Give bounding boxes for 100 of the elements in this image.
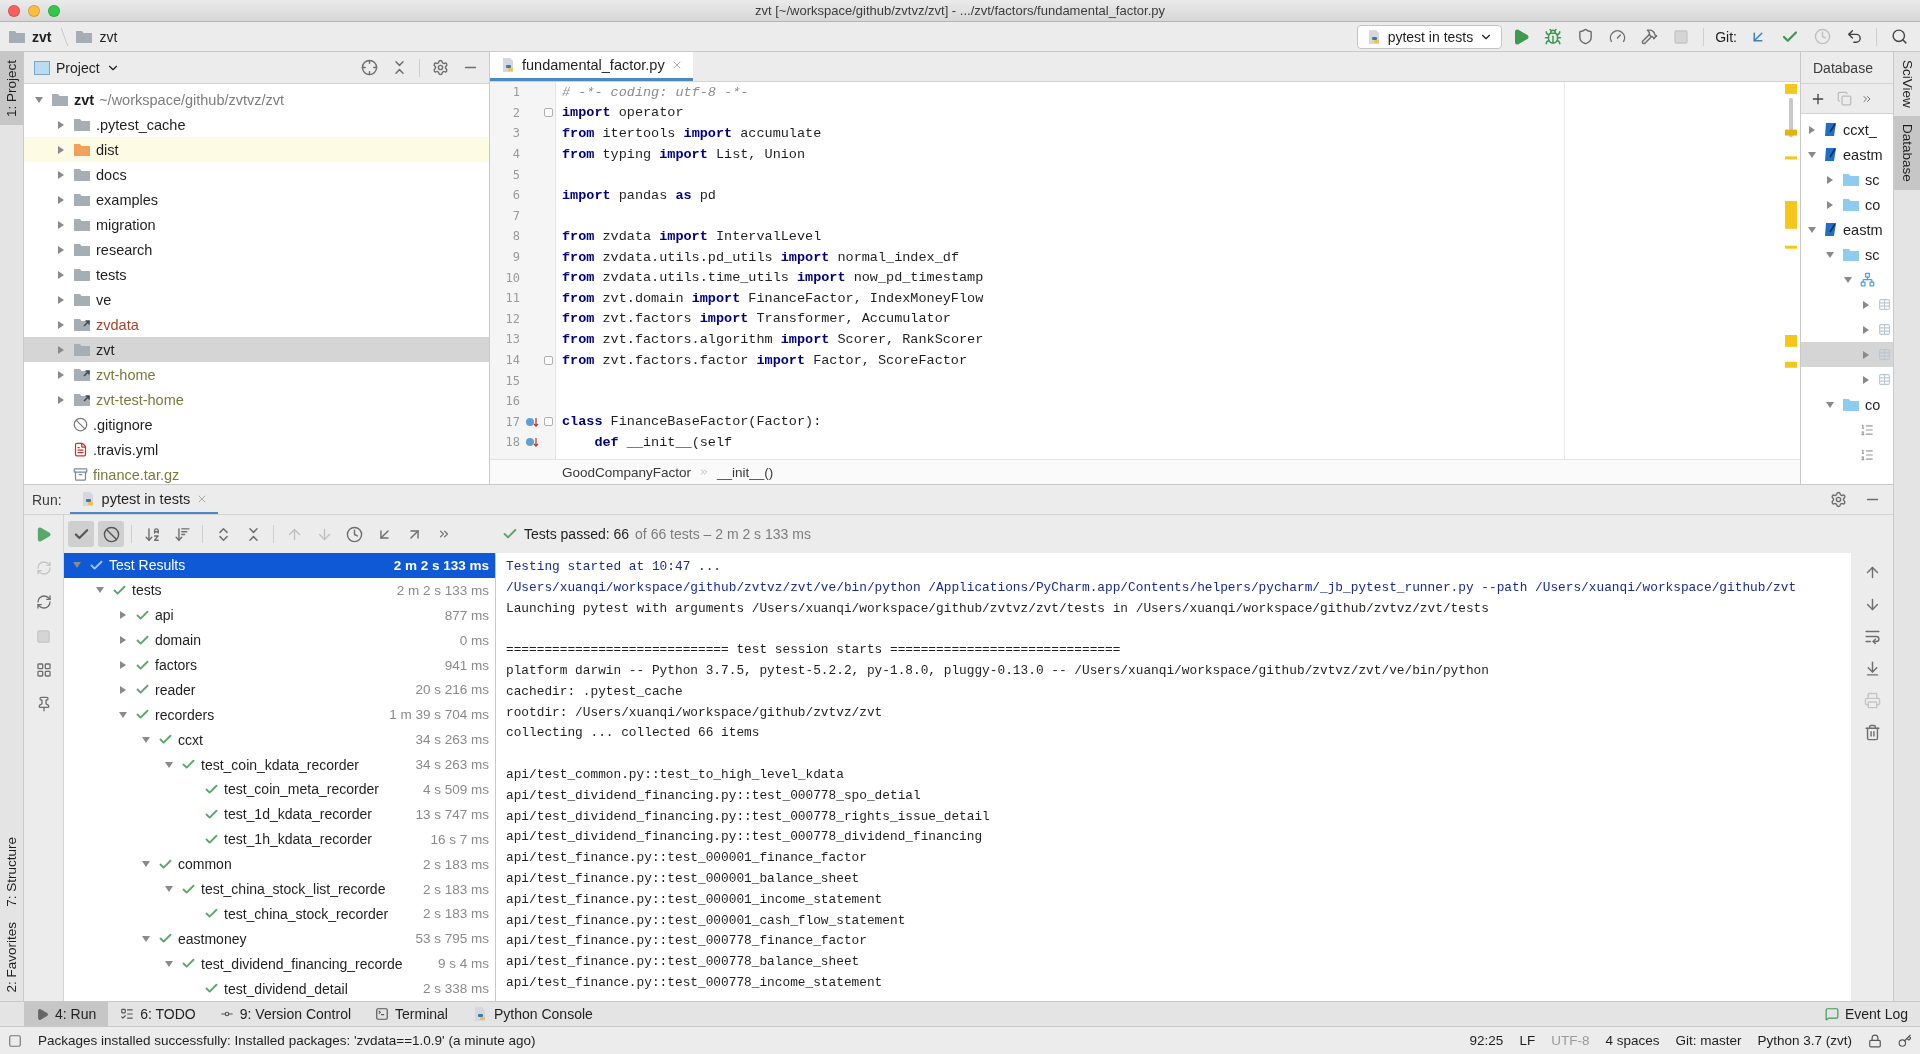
expand-arrow-icon[interactable] <box>141 933 151 944</box>
tree-row[interactable]: examples <box>24 187 489 212</box>
expand-arrow-icon[interactable] <box>1861 324 1871 335</box>
tree-row[interactable]: co <box>1801 392 1893 417</box>
editor-tab[interactable]: fundamental_factor.py <box>490 52 693 81</box>
expand-arrow-icon[interactable] <box>56 319 66 330</box>
expand-arrow-icon[interactable] <box>56 194 66 205</box>
expand-arrow-icon[interactable] <box>56 244 66 255</box>
expand-arrow-icon[interactable] <box>118 684 128 695</box>
expand-arrow-icon[interactable] <box>1807 149 1817 160</box>
expand-arrow-icon[interactable] <box>56 144 66 155</box>
tree-row[interactable]: tests <box>24 262 489 287</box>
tree-row[interactable]: .gitignore <box>24 412 489 437</box>
expand-arrow-icon[interactable] <box>56 294 66 305</box>
tree-row[interactable]: zvt-test-home <box>24 387 489 412</box>
filter-toggle[interactable] <box>98 521 124 547</box>
expand-arrow-icon[interactable] <box>1807 124 1817 135</box>
tree-row[interactable]: zvt <box>24 337 489 362</box>
expand-arrow-icon[interactable] <box>118 610 128 621</box>
test-row[interactable]: test_1h_kdata_recorder 16 s 7 ms <box>64 826 495 852</box>
expand-arrow-icon[interactable] <box>1807 224 1817 235</box>
tree-row[interactable]: research <box>24 237 489 262</box>
fold-marker-icon[interactable] <box>544 417 553 427</box>
tree-row[interactable]: .travis.yml <box>24 437 489 462</box>
expand-arrow-icon[interactable] <box>1843 274 1853 285</box>
run-config-dropdown[interactable]: pytest in tests <box>1356 24 1503 49</box>
expand-arrow-icon[interactable] <box>56 344 66 355</box>
tree-row[interactable]: ccxt_ <box>1801 117 1893 142</box>
breadcrumb-item[interactable]: zvt <box>75 28 118 45</box>
tree-row[interactable]: migration <box>24 212 489 237</box>
expand-arrow-icon[interactable] <box>118 635 128 646</box>
tree-row[interactable]: co <box>1801 192 1893 217</box>
tree-row[interactable]: zvt-home <box>24 362 489 387</box>
expand-arrow-icon[interactable] <box>118 709 128 720</box>
test-row[interactable]: test_coin_kdata_recorder 34 s 263 ms <box>64 752 495 777</box>
tree-row[interactable]: .pytest_cache <box>24 112 489 137</box>
tool-window-tab[interactable]: 1: Project <box>0 52 23 126</box>
close-button[interactable] <box>8 4 20 17</box>
expand-arrow-icon[interactable] <box>56 119 66 130</box>
status-toggle-icon[interactable] <box>8 1033 22 1048</box>
tree-row[interactable]: ve <box>24 287 489 312</box>
expand-arrow-icon[interactable] <box>164 958 174 969</box>
test-row[interactable]: reader 20 s 216 ms <box>64 677 495 703</box>
expand-arrow-icon[interactable] <box>56 219 66 230</box>
expand-arrow-icon[interactable] <box>141 734 151 745</box>
expand-arrow-icon[interactable] <box>34 94 44 105</box>
expand-arrow-icon[interactable] <box>56 269 66 280</box>
test-row[interactable]: test_dividend_detail 2 s 338 ms <box>64 976 495 1001</box>
expand-arrow-icon[interactable] <box>56 394 66 405</box>
test-row[interactable]: test_coin_meta_recorder 4 s 509 ms <box>64 777 495 802</box>
test-row[interactable]: common 2 s 183 ms <box>64 851 495 877</box>
test-row[interactable]: factors 941 ms <box>64 652 495 678</box>
status-item[interactable]: 4 spaces <box>1605 1033 1660 1048</box>
test-row[interactable]: tests 2 m 2 s 133 ms <box>64 577 495 603</box>
tool-window-tab[interactable]: Terminal <box>363 1002 460 1026</box>
tree-row[interactable]: docs <box>24 162 489 187</box>
breadcrumb-item[interactable]: __init__() <box>717 464 774 480</box>
override-marker-icon[interactable] <box>525 436 539 449</box>
minimize-button[interactable] <box>28 4 40 17</box>
lock-icon[interactable] <box>1868 1033 1882 1048</box>
breadcrumb-item[interactable]: GoodCompanyFactor <box>562 464 692 480</box>
test-row[interactable]: test_china_stock_recorder 2 s 183 ms <box>64 901 495 927</box>
test-row[interactable]: domain 0 ms <box>64 627 495 653</box>
tool-window-tab[interactable]: Python Console <box>459 1002 605 1026</box>
fold-marker-icon[interactable] <box>544 108 553 118</box>
expand-arrow-icon[interactable] <box>56 169 66 180</box>
tree-row[interactable]: finance.tar.gz <box>24 462 489 484</box>
test-row[interactable]: test_china_stock_list_recorde 2 s 183 ms <box>64 876 495 902</box>
expand-arrow-icon[interactable] <box>1825 174 1835 185</box>
tree-row[interactable]: sc <box>1801 167 1893 192</box>
tool-window-tab[interactable]: 6: TODO <box>108 1002 208 1026</box>
tree-row[interactable]: zvt ~/workspace/github/zvtvz/zvt <box>24 87 489 112</box>
tool-window-tab[interactable]: 2: Favorites <box>0 914 23 1001</box>
expand-arrow-icon[interactable] <box>1861 299 1871 310</box>
test-row[interactable]: api 877 ms <box>64 602 495 628</box>
test-row[interactable]: recorders 1 m 39 s 704 ms <box>64 702 495 728</box>
expand-arrow-icon[interactable] <box>1825 399 1835 410</box>
expand-arrow-icon[interactable] <box>164 884 174 894</box>
expand-arrow-icon[interactable] <box>1861 374 1871 385</box>
expand-arrow-icon[interactable] <box>164 759 174 770</box>
tree-row[interactable]: eastm <box>1801 142 1893 167</box>
tool-window-tab[interactable]: 9: Version Control <box>207 1002 364 1026</box>
status-item[interactable]: 92:25 <box>1469 1033 1504 1048</box>
tool-window-tab[interactable]: 4: Run <box>24 1002 109 1026</box>
expand-arrow-icon[interactable] <box>1861 349 1871 360</box>
tool-window-tab[interactable]: Database <box>1894 115 1920 190</box>
test-row[interactable]: eastmoney 53 s 795 ms <box>64 926 495 952</box>
override-marker-icon[interactable] <box>525 415 539 428</box>
project-view-dropdown[interactable]: Project <box>30 57 124 78</box>
status-item[interactable]: Python 3.7 (zvt) <box>1757 1033 1852 1048</box>
zoom-button[interactable] <box>48 4 60 17</box>
breadcrumb-item[interactable]: zvt <box>8 28 52 45</box>
tree-row[interactable]: sc <box>1801 242 1893 267</box>
expand-arrow-icon[interactable] <box>118 660 128 670</box>
test-row[interactable]: test_dividend_financing_recorde 9 s 4 ms <box>64 951 495 977</box>
tool-window-tab[interactable]: SciView <box>1894 52 1920 116</box>
expand-arrow-icon[interactable] <box>56 369 66 380</box>
event-log-tab[interactable]: Event Log <box>1812 1002 1920 1026</box>
fold-marker-icon[interactable] <box>544 355 553 365</box>
filter-toggle[interactable] <box>68 521 94 547</box>
